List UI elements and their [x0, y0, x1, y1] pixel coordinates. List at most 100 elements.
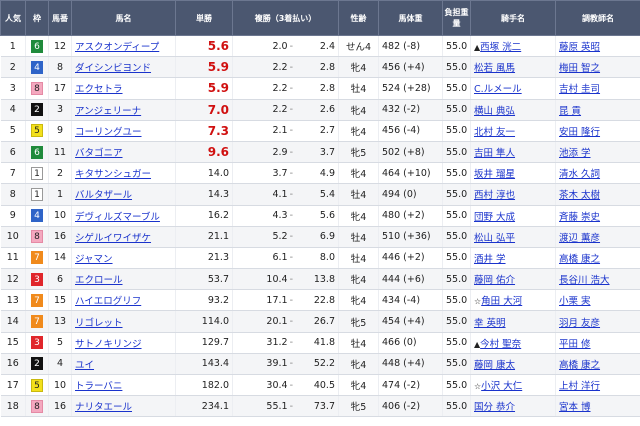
horse-number-cell: 11	[48, 141, 72, 164]
jockey-link[interactable]: 藤岡 康太	[474, 360, 515, 371]
horse-name-link[interactable]: サトノキリンジ	[75, 339, 142, 350]
horse-number-cell: 8	[48, 56, 72, 79]
jockey-link[interactable]: 団野 大成	[474, 212, 515, 223]
horse-name-link[interactable]: ハイエログリフ	[75, 296, 141, 307]
win-odds-cell: 9.6	[175, 141, 233, 164]
horse-name-cell: エクロール	[71, 268, 176, 291]
jockey-link[interactable]: 国分 恭介	[474, 402, 515, 413]
horse-name-link[interactable]: エクロール	[75, 275, 123, 286]
jockey-link[interactable]: 酒井 学	[474, 254, 506, 265]
trainer-link[interactable]: 高橋 康之	[559, 254, 600, 265]
win-odds-cell: 21.1	[175, 226, 233, 248]
body-weight-cell: 480 (+2)	[378, 205, 443, 227]
trainer-link[interactable]: 梅田 智之	[559, 63, 600, 74]
horse-name-link[interactable]: リゴレット	[75, 318, 123, 329]
body-weight-cell: 456 (+4)	[378, 56, 443, 79]
place-odds-high: 3.7	[319, 146, 335, 158]
jockey-link[interactable]: 小沢 大仁	[481, 381, 522, 392]
trainer-link[interactable]: 小栗 実	[559, 296, 591, 307]
horse-name-link[interactable]: エクセトラ	[75, 84, 123, 95]
trainer-link[interactable]: 平田 修	[559, 339, 591, 350]
jockey-link[interactable]: 松山 弘平	[474, 233, 515, 244]
jockey-link[interactable]: 西村 淳也	[474, 190, 515, 201]
jockey-cell: 藤岡 佑介	[470, 268, 556, 291]
jockey-link[interactable]: 坂井 瑠星	[474, 169, 515, 180]
trainer-cell: 藤原 英昭	[555, 35, 640, 58]
jockey-link[interactable]: 松若 風馬	[474, 63, 515, 74]
jockey-link[interactable]: 幸 英明	[474, 318, 506, 329]
horse-name-link[interactable]: バタゴニア	[75, 148, 123, 159]
place-odds-cell: 4.1- 5.4	[232, 183, 339, 206]
horse-name-link[interactable]: ユイ	[75, 360, 94, 371]
trainer-cell: 吉村 圭司	[555, 77, 640, 100]
sex-age-cell: 牡4	[338, 183, 379, 206]
trainer-link[interactable]: 斉藤 崇史	[559, 212, 600, 223]
range-dash: -	[289, 104, 293, 116]
jockey-link[interactable]: 今村 聖奈	[480, 339, 521, 350]
place-odds-high: 26.7	[313, 316, 335, 328]
place-odds-low: 2.2	[272, 82, 288, 94]
trainer-link[interactable]: 藤原 英昭	[559, 42, 600, 53]
horse-name-cell: サトノキリンジ	[71, 332, 176, 354]
horse-name-link[interactable]: コーリングユー	[75, 127, 142, 138]
col-header-waku: 枠	[25, 0, 49, 36]
horse-name-link[interactable]: ジャマン	[75, 254, 113, 265]
sex-age-cell: 牡4	[338, 226, 379, 248]
body-weight-cell: 432 (-2)	[378, 99, 443, 121]
place-odds-cell: 5.2- 6.9	[232, 226, 339, 248]
horse-name-cell: エクセトラ	[71, 77, 176, 100]
place-odds-low: 2.2	[272, 61, 288, 73]
trainer-link[interactable]: 高橋 康之	[559, 360, 600, 371]
horse-name-link[interactable]: デヴィルズマーブル	[75, 212, 160, 223]
horse-name-link[interactable]: シゲルイワイザケ	[75, 233, 151, 244]
place-odds-cell: 31.2- 41.8	[232, 332, 339, 354]
place-odds-cell: 2.2- 2.8	[232, 56, 339, 79]
place-odds-low: 55.1	[266, 400, 288, 412]
trainer-link[interactable]: 茶木 太樹	[559, 190, 600, 201]
sex-age-cell: 牝4	[338, 353, 379, 376]
trainer-link[interactable]: 宮本 博	[559, 402, 591, 413]
place-odds-cell: 2.2- 2.8	[232, 77, 339, 100]
waku-badge: 1	[31, 187, 43, 201]
win-odds: 143.4	[201, 358, 229, 370]
horse-name-link[interactable]: ナリタエール	[75, 402, 132, 413]
trainer-link[interactable]: 長谷川 浩大	[559, 275, 610, 286]
body-weight-cell: 464 (+10)	[378, 162, 443, 185]
win-odds: 93.2	[207, 294, 229, 306]
col-header-load: 負担重量	[442, 0, 471, 36]
horse-name-link[interactable]: トラーバニ	[75, 381, 122, 392]
jockey-link[interactable]: 横山 典弘	[474, 106, 515, 117]
horse-name-link[interactable]: アスクオンディープ	[75, 42, 159, 53]
trainer-link[interactable]: 羽月 友彦	[559, 318, 600, 329]
horse-name-link[interactable]: バルタザール	[75, 190, 132, 201]
waku-cell: 3	[25, 332, 49, 354]
trainer-link[interactable]: 安田 隆行	[559, 127, 600, 138]
jockey-link[interactable]: 藤岡 佑介	[474, 275, 515, 286]
trainer-link[interactable]: 池添 学	[559, 148, 591, 159]
trainer-link[interactable]: 渡辺 薫彦	[559, 233, 600, 244]
trainer-link[interactable]: 昆 貢	[559, 106, 581, 117]
load-weight-cell: 55.0	[442, 310, 471, 333]
place-odds-low: 10.4	[266, 273, 288, 285]
jockey-link[interactable]: 西塚 洸二	[480, 42, 521, 53]
jockey-link[interactable]: 角田 大河	[481, 296, 522, 307]
horse-name-cell: シゲルイワイザケ	[71, 226, 176, 248]
trainer-link[interactable]: 清水 久詞	[559, 169, 600, 180]
rank-cell: 10	[0, 226, 26, 248]
body-weight-cell: 502 (+8)	[378, 141, 443, 164]
waku-badge: 8	[31, 81, 43, 95]
horse-name-link[interactable]: ダイシンビヨンド	[75, 63, 151, 74]
jockey-link[interactable]: 北村 友一	[474, 127, 515, 138]
horse-name-link[interactable]: アンジェリーナ	[75, 106, 141, 117]
trainer-link[interactable]: 吉村 圭司	[559, 84, 600, 95]
jockey-link[interactable]: C.ルメール	[474, 84, 522, 95]
body-weight-cell: 446 (+2)	[378, 247, 443, 270]
horse-name-cell: ユイ	[71, 353, 176, 376]
jockey-link[interactable]: 吉田 隼人	[474, 148, 515, 159]
range-dash: -	[289, 61, 293, 73]
win-odds-cell: 129.7	[175, 332, 233, 354]
trainer-link[interactable]: 上村 洋行	[559, 381, 600, 392]
jockey-cell: ☆小沢 大仁	[470, 374, 556, 397]
place-odds-high: 5.6	[319, 210, 335, 222]
horse-name-link[interactable]: キタサンシュガー	[75, 169, 151, 180]
